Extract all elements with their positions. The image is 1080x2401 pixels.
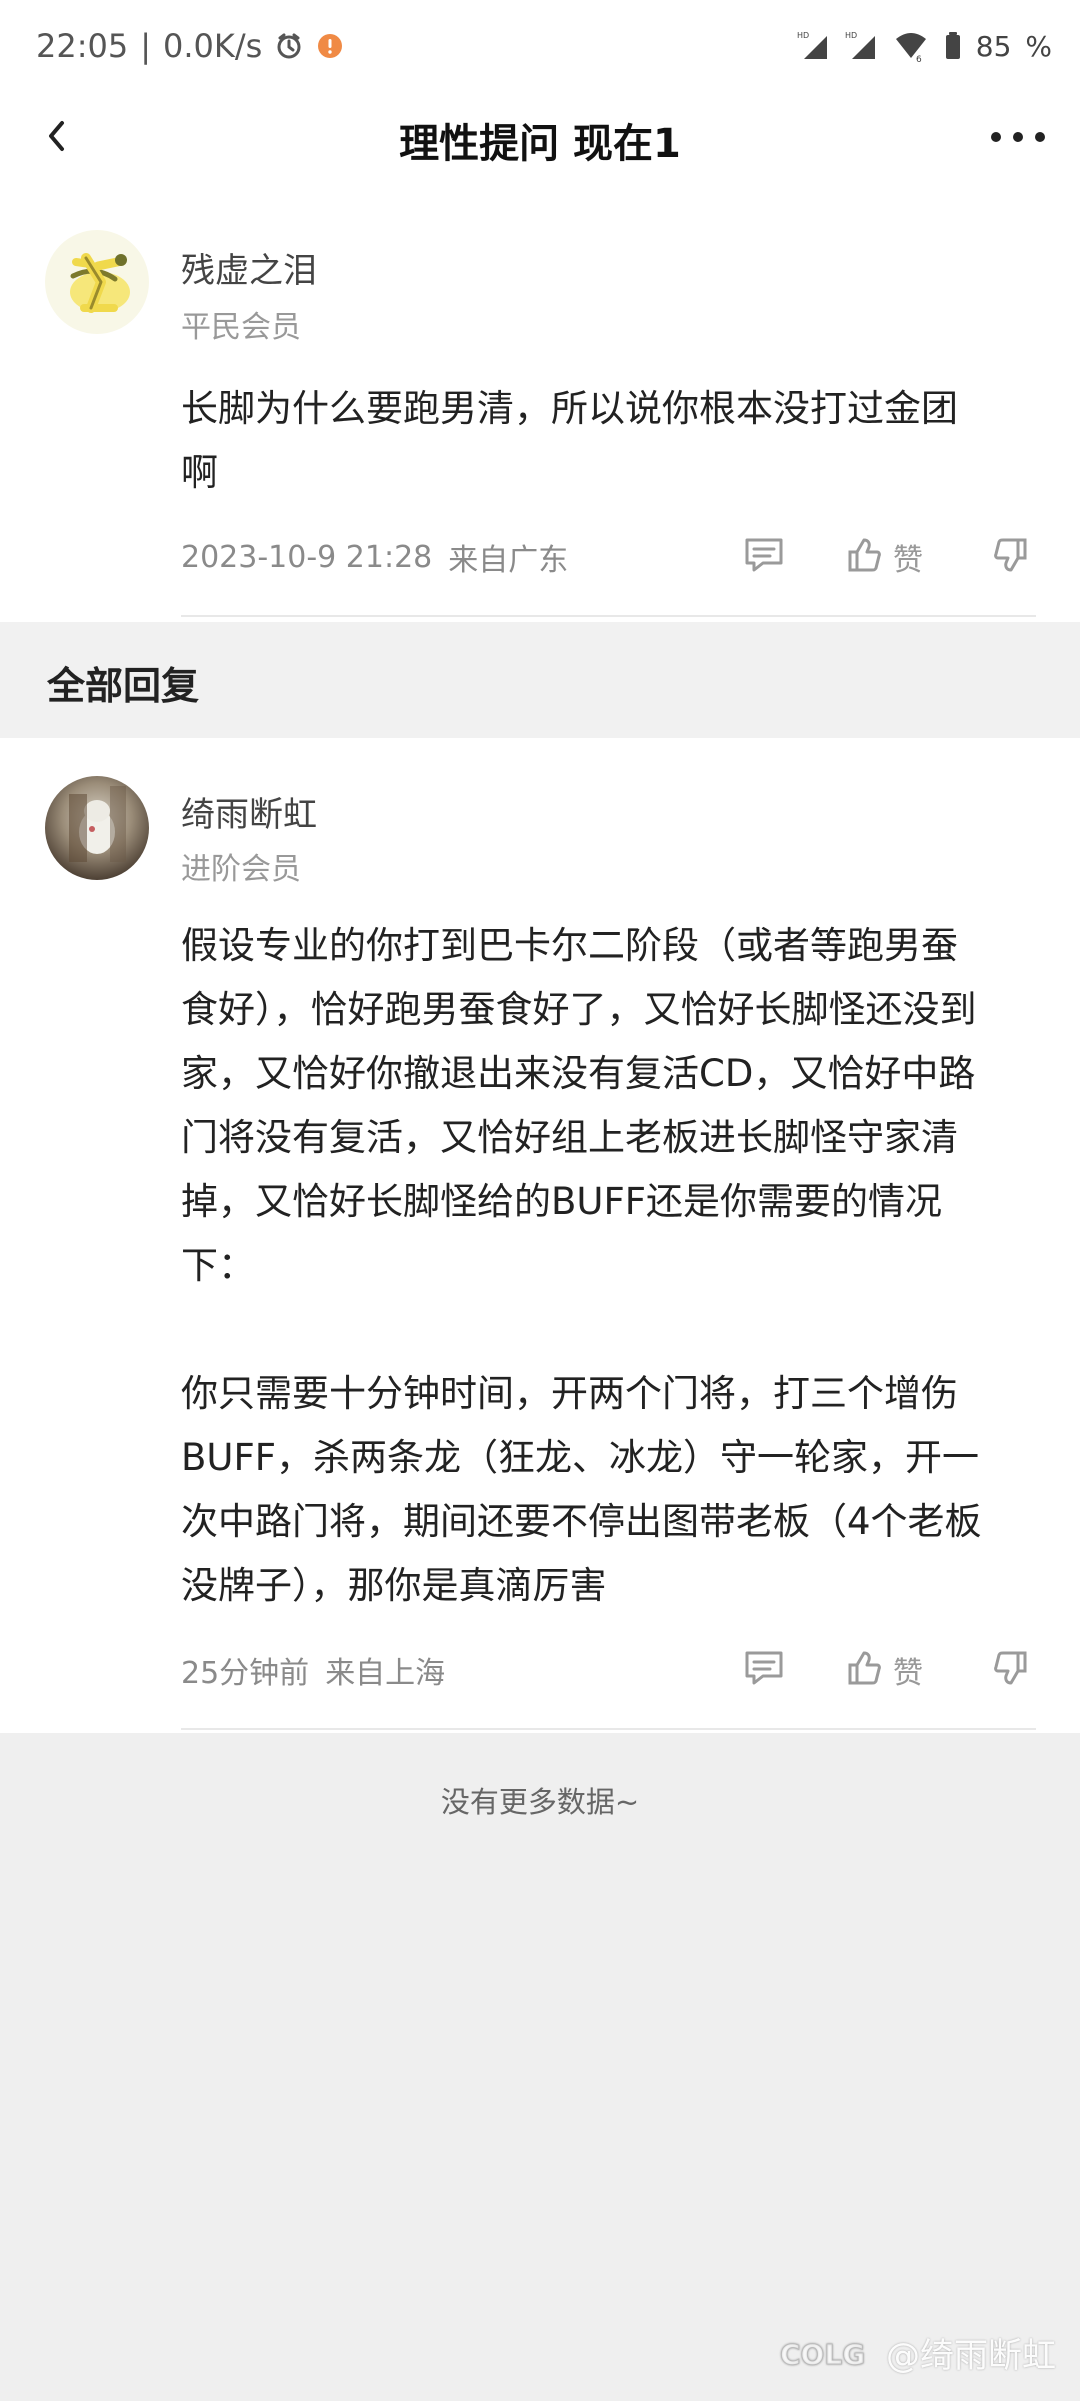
more-icon xyxy=(986,128,1050,150)
reply-content: 假设专业的你打到巴卡尔二阶段（或者等跑男蚕 食好），恰好跑男蚕食好了，又恰好长脚… xyxy=(181,924,982,1607)
svg-text:HD: HD xyxy=(797,31,809,40)
dislike-button[interactable] xyxy=(988,533,1036,581)
reply-meta-row: 25分钟前 来自上海 赞 xyxy=(181,1646,1036,1694)
hd-signal-icon: HD xyxy=(796,29,830,63)
post-actions: 赞 xyxy=(740,533,1036,581)
post-divider xyxy=(181,615,1036,617)
reply-dislike-button[interactable] xyxy=(988,1646,1036,1694)
status-time: 22:05 xyxy=(36,27,129,65)
reply-timestamp: 25分钟前 xyxy=(181,1656,310,1691)
reply-avatar[interactable] xyxy=(45,776,149,880)
comment-detail-screen: 22:05 | 0.0K/s HD HD 6 85 % 理性提问 现在1 残虚之… xyxy=(0,0,1080,2401)
battery-icon xyxy=(944,31,962,61)
battery-percent-symbol: % xyxy=(1025,29,1052,63)
post-timestamp: 2023-10-9 21:28 xyxy=(181,539,433,575)
page-title: 理性提问 现在1 xyxy=(399,121,681,167)
like-button[interactable]: 赞 xyxy=(828,533,938,581)
status-right: HD HD 6 85 % xyxy=(796,26,1052,66)
comment-icon xyxy=(742,1648,786,1692)
status-divider: | xyxy=(140,27,151,65)
reply-user-name[interactable]: 绮雨断虹 xyxy=(181,787,317,836)
empty-tip: 没有更多数据~ xyxy=(440,1785,640,1819)
header: 理性提问 现在1 xyxy=(0,92,1080,188)
network-speed: 0.0K/s xyxy=(163,27,263,65)
svg-text:COLG: COLG xyxy=(780,2338,865,2371)
like-label: 赞 xyxy=(893,543,923,578)
thumbs-down-icon xyxy=(992,535,1032,579)
post-location: 来自广东 xyxy=(448,543,569,578)
wifi-icon: 6 xyxy=(892,29,930,63)
reply-actions: 赞 xyxy=(740,1646,1036,1694)
status-left: 22:05 | 0.0K/s xyxy=(36,24,344,68)
notification-dot-icon xyxy=(316,32,344,60)
svg-text:6: 6 xyxy=(916,55,922,63)
comment-button[interactable] xyxy=(740,533,788,581)
more-button[interactable] xyxy=(982,112,1054,166)
post-meta-row: 2023-10-9 21:28 来自广东 赞 xyxy=(181,533,1036,581)
colg-logo-icon: COLG xyxy=(778,2329,874,2377)
post-content: 长脚为什么要跑男清，所以说你根本没打过金团 啊 xyxy=(181,387,958,494)
post-member-level: 平民会员 xyxy=(181,310,301,345)
original-post: 残虚之泪 平民会员 长脚为什么要跑男清，所以说你根本没打过金团 啊 2023-1… xyxy=(0,220,1080,615)
reply-item: 绮雨断虹 进阶会员 假设专业的你打到巴卡尔二阶段（或者等跑男蚕 食好），恰好跑男… xyxy=(0,768,1080,1730)
alarm-icon xyxy=(274,31,304,61)
hd-signal-icon-2: HD xyxy=(844,29,878,63)
reply-location: 来自上海 xyxy=(325,1656,446,1691)
section-title: 全部回复 xyxy=(47,664,200,708)
svg-text:HD: HD xyxy=(845,31,857,40)
reply-divider xyxy=(181,1728,1036,1730)
watermark: COLG @绮雨断虹 xyxy=(778,2328,1057,2377)
reply-comment-button[interactable] xyxy=(740,1646,788,1694)
thumbs-up-icon xyxy=(843,1648,883,1692)
status-bar: 22:05 | 0.0K/s HD HD 6 85 % xyxy=(0,0,1080,92)
watermark-text: @绮雨断虹 xyxy=(886,2336,1056,2376)
reply-member-level: 进阶会员 xyxy=(181,852,301,887)
thumbs-up-icon xyxy=(843,535,883,579)
post-user-name[interactable]: 残虚之泪 xyxy=(181,243,317,292)
battery-level: 85 xyxy=(975,29,1012,63)
reply-like-button[interactable]: 赞 xyxy=(828,1646,938,1694)
thumbs-down-icon xyxy=(992,1648,1032,1692)
avatar[interactable] xyxy=(45,230,149,334)
reply-like-label: 赞 xyxy=(893,1656,923,1691)
comment-icon xyxy=(742,535,786,579)
